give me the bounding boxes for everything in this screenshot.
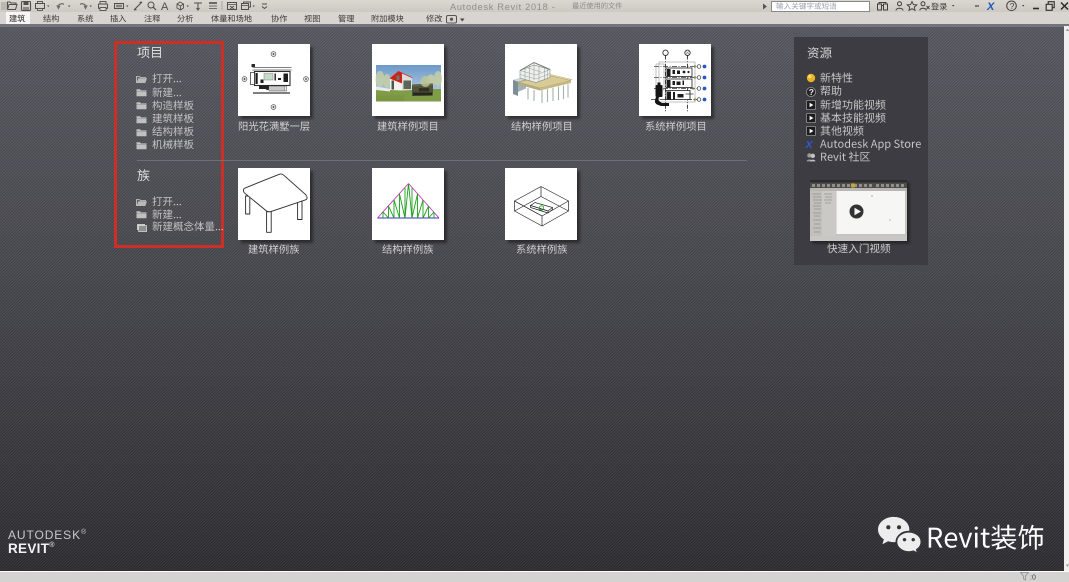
svg-text:?: ? xyxy=(808,87,813,97)
svg-text:A: A xyxy=(161,1,169,12)
svg-text::0: :0 xyxy=(1030,575,1036,582)
svg-text:?: ? xyxy=(1010,1,1015,11)
svg-text:X: X xyxy=(986,1,995,12)
svg-text:X: X xyxy=(805,139,814,149)
